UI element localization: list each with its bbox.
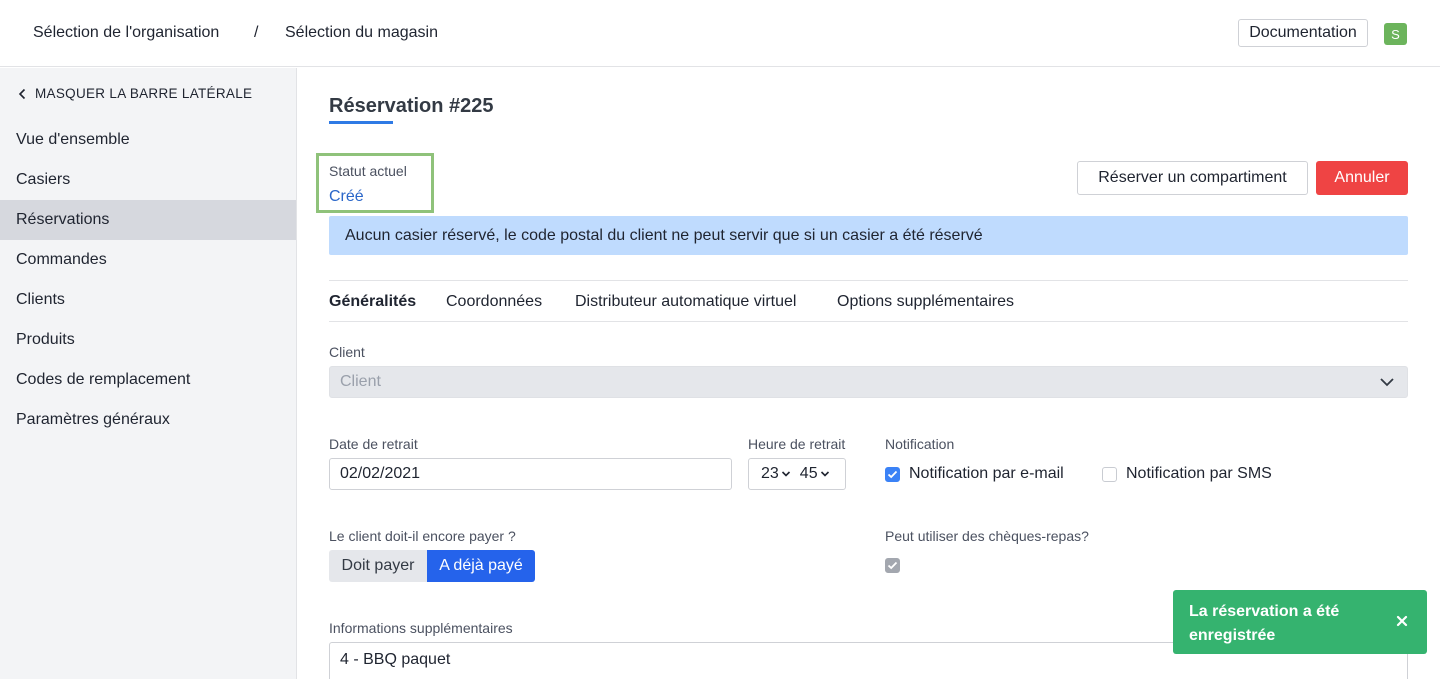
meal-vouchers-label: Peut utiliser des chèques-repas? [885, 528, 1089, 544]
breadcrumb-organization[interactable]: Sélection de l'organisation [33, 24, 219, 42]
must-pay-option[interactable]: Doit payer [329, 550, 427, 582]
pickup-time-label: Heure de retrait [748, 436, 846, 452]
client-select-placeholder: Client [340, 373, 381, 390]
email-notification-checkbox[interactable] [885, 466, 900, 482]
tab-general[interactable]: Généralités [329, 293, 416, 311]
info-banner: Aucun casier réservé, le code postal du … [329, 216, 1408, 255]
close-icon[interactable] [1395, 614, 1409, 628]
avatar[interactable]: S [1384, 23, 1407, 45]
meal-vouchers-checkbox[interactable] [885, 558, 900, 573]
extra-info-label: Informations supplémentaires [329, 620, 513, 636]
chevron-down-icon [820, 470, 830, 478]
pickup-date-input[interactable]: 02/02/2021 [329, 458, 732, 490]
sidebar-item-products[interactable]: Produits [0, 320, 296, 360]
status-value: Créé [329, 188, 364, 205]
sms-notification-option[interactable]: Notification par SMS [1102, 465, 1272, 483]
check-icon [887, 470, 898, 478]
sms-notification-label: Notification par SMS [1126, 465, 1272, 482]
hour-select[interactable]: 23 [761, 465, 791, 483]
meal-vouchers-option[interactable] [885, 558, 909, 573]
payment-label: Le client doit-il encore payer ? [329, 528, 516, 544]
payment-toggle: Doit payer A déjà payé [329, 550, 535, 582]
minute-select[interactable]: 45 [800, 465, 830, 483]
toast-message: La réservation a été enregistrée [1189, 603, 1340, 644]
check-icon [887, 561, 898, 570]
tab-contact-details[interactable]: Coordonnées [446, 293, 542, 311]
client-select[interactable]: Client [329, 366, 1408, 398]
tab-virtual-vending-machine[interactable]: Distributeur automatique virtuel [575, 293, 796, 311]
reserve-compartment-button[interactable]: Réserver un compartiment [1077, 161, 1308, 195]
sidebar-item-orders[interactable]: Commandes [0, 240, 296, 280]
already-paid-option[interactable]: A déjà payé [427, 550, 535, 582]
hour-value: 23 [761, 465, 779, 482]
sidebar-item-overview[interactable]: Vue d'ensemble [0, 120, 296, 160]
tab-bar: Généralités Coordonnées Distributeur aut… [329, 280, 1408, 322]
top-bar: Sélection de l'organisation / Sélection … [0, 0, 1440, 67]
chevron-down-icon [781, 470, 791, 478]
chevron-left-icon [18, 88, 26, 100]
sidebar-item-general-settings[interactable]: Paramètres généraux [0, 400, 296, 440]
sidebar-item-replacement-codes[interactable]: Codes de remplacement [0, 360, 296, 400]
status-box: Statut actuel Créé [316, 153, 434, 213]
hide-sidebar-button[interactable]: MASQUER LA BARRE LATÉRALE [18, 86, 252, 101]
sidebar-item-clients[interactable]: Clients [0, 280, 296, 320]
email-notification-label: Notification par e-mail [909, 465, 1064, 482]
documentation-button[interactable]: Documentation [1238, 19, 1368, 47]
title-underline [329, 121, 393, 124]
pickup-time-field: 23 45 [748, 458, 846, 490]
sidebar: MASQUER LA BARRE LATÉRALE Vue d'ensemble… [0, 68, 297, 679]
sidebar-item-lockers[interactable]: Casiers [0, 160, 296, 200]
page-title: Réservation #225 [329, 95, 494, 117]
chevron-down-icon [1379, 375, 1395, 389]
sms-notification-checkbox[interactable] [1102, 466, 1117, 482]
tab-extra-options[interactable]: Options supplémentaires [837, 293, 1014, 311]
client-label: Client [329, 344, 365, 360]
pickup-date-label: Date de retrait [329, 436, 418, 452]
cancel-button[interactable]: Annuler [1316, 161, 1408, 195]
status-label: Statut actuel [329, 163, 407, 179]
success-toast: La réservation a été enregistrée [1173, 590, 1427, 654]
breadcrumb-separator: / [254, 24, 259, 41]
minute-value: 45 [799, 465, 818, 482]
breadcrumb-store[interactable]: Sélection du magasin [285, 24, 438, 42]
hide-sidebar-label: MASQUER LA BARRE LATÉRALE [35, 86, 253, 101]
sidebar-item-reservations[interactable]: Réservations [0, 200, 296, 240]
notification-label: Notification [885, 436, 955, 452]
email-notification-option[interactable]: Notification par e-mail [885, 465, 1064, 483]
